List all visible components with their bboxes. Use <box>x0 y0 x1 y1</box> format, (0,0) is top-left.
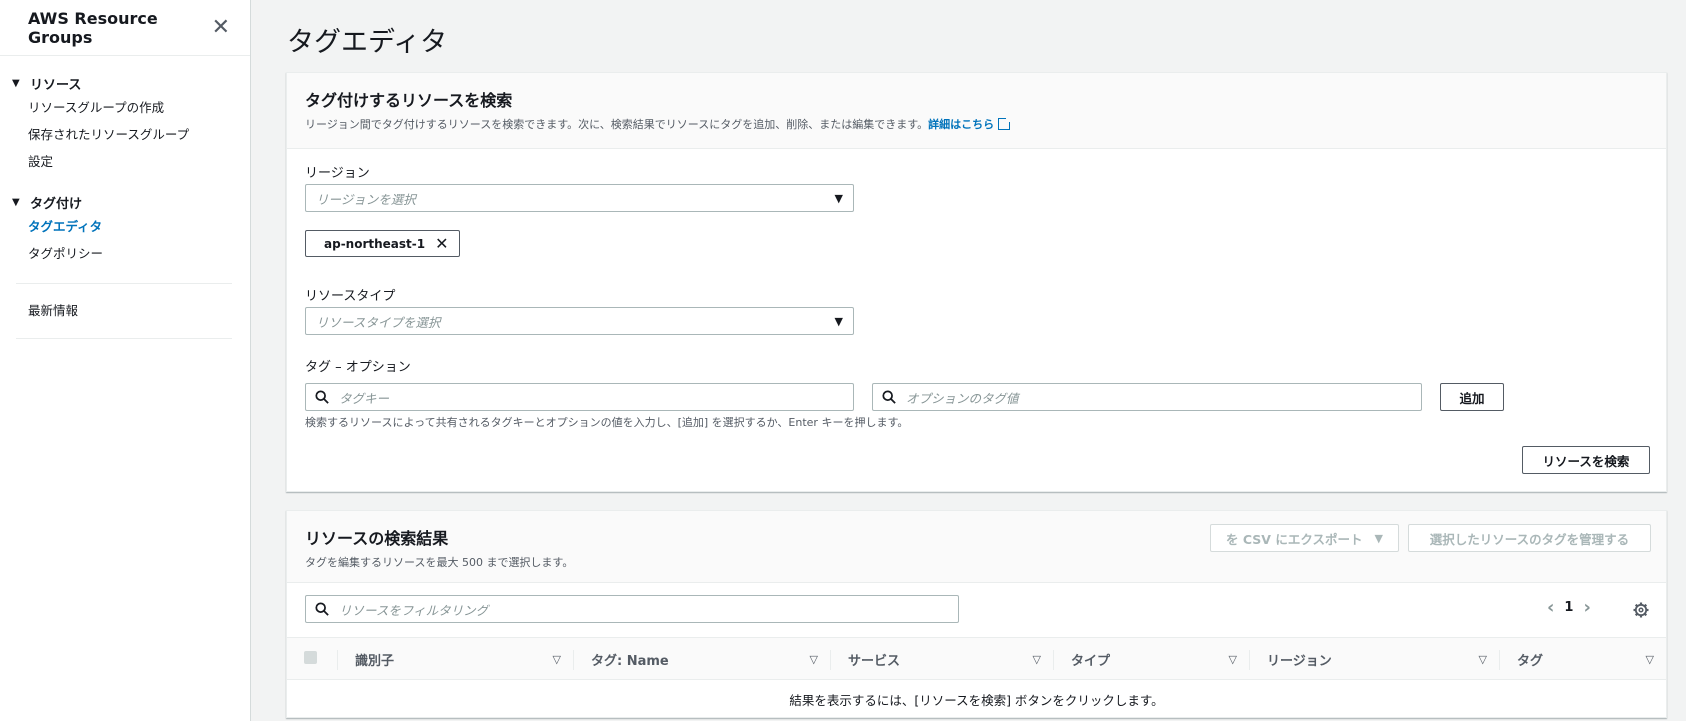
region-select-placeholder: リージョンを選択 <box>316 191 416 207</box>
tag-value-input[interactable]: オプションのタグ値 <box>872 383 1422 411</box>
column-label: タイプ <box>1071 654 1111 669</box>
search-panel-title: タグ付けするリソースを検索 <box>305 91 513 110</box>
resource-type-label: リソースタイプ <box>305 289 396 304</box>
sidebar-title: AWS Resource Groups <box>28 8 158 47</box>
page-title: タグエディタ <box>287 27 448 58</box>
results-table-header: 識別子 ▽ タグ: Name ▽ サービス ▽ タイプ ▽ リージョン ▽ タグ… <box>287 637 1666 680</box>
sidebar-item-create-group[interactable]: リソースグループの作成 <box>12 94 250 121</box>
tag-key-placeholder: タグキー <box>339 390 390 406</box>
caret-down-icon: ▼ <box>834 191 843 205</box>
sort-icon: ▽ <box>1645 653 1654 666</box>
column-label: タグ: Name <box>591 654 669 669</box>
sort-icon: ▽ <box>1228 653 1237 666</box>
filter-resources-input[interactable]: リソースをフィルタリング <box>305 595 959 623</box>
region-token-label: ap-northeast-1 <box>324 236 426 251</box>
caret-down-icon: ▼ <box>12 77 20 89</box>
sort-icon: ▽ <box>1478 653 1487 666</box>
learn-more-link[interactable]: 詳細はこちら <box>928 118 994 131</box>
sidebar-section-header-tagging[interactable]: ▼ タグ付け <box>12 191 250 213</box>
column-label: リージョン <box>1267 654 1332 669</box>
add-tag-button[interactable]: 追加 <box>1440 383 1504 411</box>
chevron-left-icon[interactable]: ‹ <box>1547 597 1554 618</box>
sidebar-section-tagging: ▼ タグ付け タグエディタ タグポリシー <box>0 191 250 267</box>
region-label: リージョン <box>305 166 370 181</box>
sidebar-item-saved-groups[interactable]: 保存されたリソースグループ <box>12 121 250 148</box>
sidebar-item-tag-policies[interactable]: タグポリシー <box>12 240 250 267</box>
sidebar-item-settings[interactable]: 設定 <box>12 148 250 175</box>
pagination: ‹ 1 › <box>1537 597 1601 618</box>
search-panel-description: リージョン間でタグ付けするリソースを検索できます。次に、検索結果でリソースにタグ… <box>305 116 1648 132</box>
tag-value-placeholder: オプションのタグ値 <box>906 390 1019 406</box>
caret-down-icon: ▼ <box>12 196 20 208</box>
sidebar-divider <box>16 283 232 284</box>
caret-down-icon: ▼ <box>834 314 843 328</box>
chevron-right-icon[interactable]: › <box>1583 597 1590 618</box>
column-header-region[interactable]: リージョン ▽ <box>1250 638 1499 681</box>
results-panel: リソースの検索結果 タグを編集するリソースを最大 500 まで選択します。 を … <box>286 510 1667 718</box>
search-resources-button[interactable]: リソースを検索 <box>1522 446 1650 474</box>
empty-results-message: 結果を表示するには、[リソースを検索] ボタンをクリックします。 <box>789 693 1164 708</box>
column-header-identifier[interactable]: 識別子 ▽ <box>338 638 573 681</box>
search-panel-desc-text: リージョン間でタグ付けするリソースを検索できます。次に、検索結果でリソースにタグ… <box>305 118 929 131</box>
caret-down-icon: ▼ <box>1374 531 1383 545</box>
close-icon[interactable]: ✕ <box>212 16 230 39</box>
sort-icon: ▽ <box>1032 653 1041 666</box>
sidebar-item-tag-editor[interactable]: タグエディタ <box>12 213 250 240</box>
region-select[interactable]: リージョンを選択 ▼ <box>305 184 854 212</box>
column-header-tag-name[interactable]: タグ: Name ▽ <box>574 638 830 681</box>
sidebar: AWS Resource Groups ✕ ▼ リソース リソースグループの作成… <box>0 0 251 721</box>
results-panel-description: タグを編集するリソースを最大 500 まで選択します。 <box>305 556 574 569</box>
search-icon <box>315 602 329 616</box>
search-icon <box>315 390 329 404</box>
export-csv-button: を CSV にエクスポート ▼ <box>1210 524 1399 552</box>
sort-icon: ▽ <box>809 653 818 666</box>
column-label: 識別子 <box>355 654 395 669</box>
tags-hint: 検索するリソースによって共有されるタグキーとオプションの値を入力し、[追加] を… <box>305 416 909 429</box>
sidebar-divider <box>16 338 232 339</box>
column-header-type[interactable]: タイプ ▽ <box>1054 638 1249 681</box>
sidebar-section-label: リソース <box>30 77 82 93</box>
external-link-icon <box>998 116 1013 130</box>
remove-token-icon[interactable]: ✕ <box>435 234 448 253</box>
resource-type-placeholder: リソースタイプを選択 <box>316 314 441 330</box>
search-panel-header: タグ付けするリソースを検索 リージョン間でタグ付けするリソースを検索できます。次… <box>287 73 1666 149</box>
export-csv-label: を CSV にエクスポート <box>1226 531 1363 547</box>
sidebar-section-header-resources[interactable]: ▼ リソース <box>12 72 250 94</box>
column-header-service[interactable]: サービス ▽ <box>831 638 1053 681</box>
manage-tags-button: 選択したリソースのタグを管理する <box>1408 524 1651 552</box>
search-panel: タグ付けするリソースを検索 リージョン間でタグ付けするリソースを検索できます。次… <box>286 72 1667 492</box>
column-label: サービス <box>848 654 901 669</box>
tag-key-input[interactable]: タグキー <box>305 383 854 411</box>
filter-placeholder: リソースをフィルタリング <box>339 602 489 618</box>
sidebar-header: AWS Resource Groups ✕ <box>0 0 250 56</box>
resource-type-select[interactable]: リソースタイプを選択 ▼ <box>305 307 854 335</box>
sidebar-section-resources: ▼ リソース リソースグループの作成 保存されたリソースグループ 設定 <box>0 72 250 175</box>
region-token: ap-northeast-1 ✕ <box>305 230 460 257</box>
search-icon <box>882 390 896 404</box>
sidebar-section-label: タグ付け <box>30 196 83 212</box>
sort-icon: ▽ <box>552 653 561 666</box>
sidebar-item-whats-new[interactable]: 最新情報 <box>0 300 250 322</box>
tags-label: タグ – オプション <box>305 360 411 375</box>
gear-icon[interactable] <box>1633 602 1649 618</box>
column-header-tags[interactable]: タグ ▽ <box>1500 638 1666 681</box>
select-all-checkbox <box>304 651 317 664</box>
current-page[interactable]: 1 <box>1564 600 1573 615</box>
column-label: タグ <box>1517 654 1544 669</box>
